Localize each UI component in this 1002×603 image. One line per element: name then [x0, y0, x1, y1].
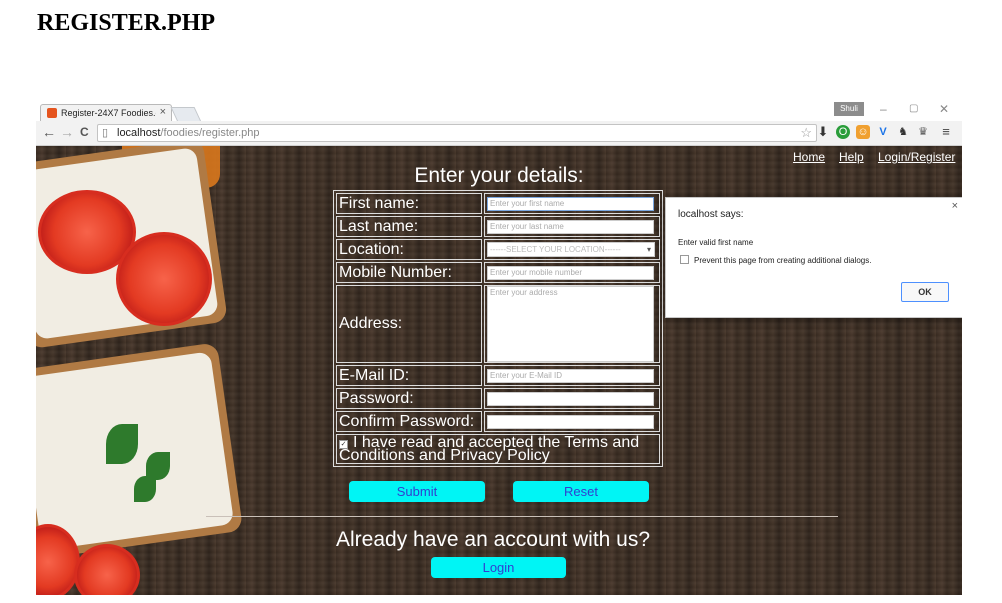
- page-viewport: Home Help Login/Register Enter your deta…: [36, 146, 962, 595]
- address-label: Address:: [336, 285, 482, 363]
- address-textarea[interactable]: Enter your address: [487, 286, 654, 362]
- terms-cell: ✓ I have read and accepted the Terms and …: [336, 434, 660, 464]
- registration-form: First name: Enter your first name Last n…: [333, 190, 663, 467]
- address-bar[interactable]: ▯ localhost/foodies/register.php ☆: [97, 124, 817, 142]
- email-label: E-Mail ID:: [336, 365, 482, 386]
- form-row-last-name: Last name: Enter your last name: [336, 216, 660, 237]
- window-close-icon[interactable]: ✕: [939, 102, 949, 116]
- form-row-address: Address: Enter your address: [336, 285, 660, 363]
- location-select-value: ------SELECT YOUR LOCATION------: [490, 245, 621, 254]
- form-row-mobile: Mobile Number: Enter your mobile number: [336, 262, 660, 283]
- reload-icon[interactable]: C: [80, 125, 89, 139]
- form-heading: Enter your details:: [414, 164, 584, 187]
- form-row-terms: ✓ I have read and accepted the Terms and …: [336, 434, 660, 464]
- forward-arrow-icon[interactable]: →: [60, 124, 74, 140]
- password-cell: [484, 388, 660, 409]
- dialog-close-icon[interactable]: ×: [952, 200, 958, 212]
- minimize-icon[interactable]: –: [880, 102, 887, 116]
- dropdown-arrow-icon: ▾: [646, 245, 651, 254]
- prevent-dialogs-option[interactable]: Prevent this page from creating addition…: [680, 255, 871, 265]
- document-title: REGISTER.PHP: [37, 10, 216, 36]
- alert-dialog: × localhost says: Enter valid first name…: [665, 197, 962, 318]
- dialog-message: Enter valid first name: [678, 238, 754, 247]
- restore-icon[interactable]: ▢: [909, 103, 918, 114]
- divider: [206, 516, 838, 517]
- last-name-input[interactable]: Enter your last name: [487, 219, 654, 234]
- tomato-slice-image: [116, 232, 212, 326]
- tab-title: Register-24X7 Foodies.com: [61, 108, 156, 118]
- nav-login-register-link[interactable]: Login/Register: [878, 150, 955, 164]
- download-icon[interactable]: ⬇: [816, 125, 830, 139]
- whole-tomato-image: [74, 544, 140, 595]
- herb-leaf-image: [134, 476, 156, 502]
- password-label: Password:: [336, 388, 482, 409]
- login-button[interactable]: Login: [431, 557, 566, 578]
- extension-horse-icon[interactable]: ♞: [896, 125, 910, 139]
- last-name-cell: Enter your last name: [484, 216, 660, 237]
- reset-button[interactable]: Reset: [513, 481, 649, 502]
- password-input[interactable]: [487, 391, 654, 406]
- email-input[interactable]: Enter your E-Mail ID: [487, 368, 654, 383]
- nav-home-link[interactable]: Home: [793, 150, 825, 164]
- favicon-icon: [47, 108, 57, 118]
- location-select[interactable]: ------SELECT YOUR LOCATION------ ▾: [487, 242, 655, 257]
- herb-leaf-image: [106, 424, 138, 464]
- first-name-label: First name:: [336, 193, 482, 214]
- confirm-password-label: Confirm Password:: [336, 411, 482, 432]
- already-account-text: Already have an account with us?: [336, 528, 651, 551]
- email-cell: Enter your E-Mail ID: [484, 365, 660, 386]
- tab-close-icon[interactable]: ×: [160, 106, 166, 118]
- back-arrow-icon[interactable]: ←: [42, 124, 56, 140]
- first-name-input[interactable]: Enter your first name: [487, 196, 654, 211]
- address-cell: Enter your address: [484, 285, 660, 363]
- page-icon: ▯: [102, 127, 109, 139]
- toast-image: [36, 342, 244, 560]
- location-cell: ------SELECT YOUR LOCATION------ ▾: [484, 239, 660, 260]
- extension-face-icon[interactable]: ☺: [856, 125, 870, 139]
- tab-strip: Register-24X7 Foodies.com × Shuli – ▢ ✕: [36, 100, 962, 122]
- form-row-email: E-Mail ID: Enter your E-Mail ID: [336, 365, 660, 386]
- nav-help-link[interactable]: Help: [839, 150, 864, 164]
- chrome-menu-icon[interactable]: ≡: [939, 125, 953, 139]
- browser-tab[interactable]: Register-24X7 Foodies.com ×: [40, 104, 172, 122]
- form-row-location: Location: ------SELECT YOUR LOCATION----…: [336, 239, 660, 260]
- browser-screenshot: Register-24X7 Foodies.com × Shuli – ▢ ✕ …: [36, 100, 962, 595]
- prevent-dialogs-checkbox[interactable]: [680, 255, 689, 264]
- dialog-title: localhost says:: [678, 209, 744, 220]
- bookmark-star-icon[interactable]: ☆: [800, 125, 812, 141]
- confirm-password-cell: [484, 411, 660, 432]
- dialog-ok-button[interactable]: OK: [901, 282, 949, 302]
- url-path: /foodies/register.php: [160, 127, 260, 139]
- new-tab-button[interactable]: [170, 107, 202, 122]
- last-name-label: Last name:: [336, 216, 482, 237]
- form-row-password: Password:: [336, 388, 660, 409]
- prevent-dialogs-label: Prevent this page from creating addition…: [694, 256, 872, 265]
- form-row-first-name: First name: Enter your first name: [336, 193, 660, 214]
- user-profile-badge[interactable]: Shuli: [834, 102, 864, 116]
- url-text: localhost/foodies/register.php: [117, 125, 260, 141]
- confirm-password-input[interactable]: [487, 414, 654, 429]
- first-name-cell: Enter your first name: [484, 193, 660, 214]
- extension-bulb-icon[interactable]: ♛: [916, 125, 930, 139]
- mobile-cell: Enter your mobile number: [484, 262, 660, 283]
- form-row-confirm-password: Confirm Password:: [336, 411, 660, 432]
- terms-label: I have read and accepted the Terms and C…: [339, 434, 640, 464]
- extension-green-icon[interactable]: O: [836, 125, 850, 139]
- browser-toolbar: ← → C ▯ localhost/foodies/register.php ☆…: [36, 121, 962, 146]
- mobile-input[interactable]: Enter your mobile number: [487, 265, 654, 280]
- location-label: Location:: [336, 239, 482, 260]
- extension-v-icon[interactable]: V: [876, 125, 890, 139]
- url-host: localhost: [117, 127, 161, 139]
- mobile-label: Mobile Number:: [336, 262, 482, 283]
- submit-button[interactable]: Submit: [349, 481, 485, 502]
